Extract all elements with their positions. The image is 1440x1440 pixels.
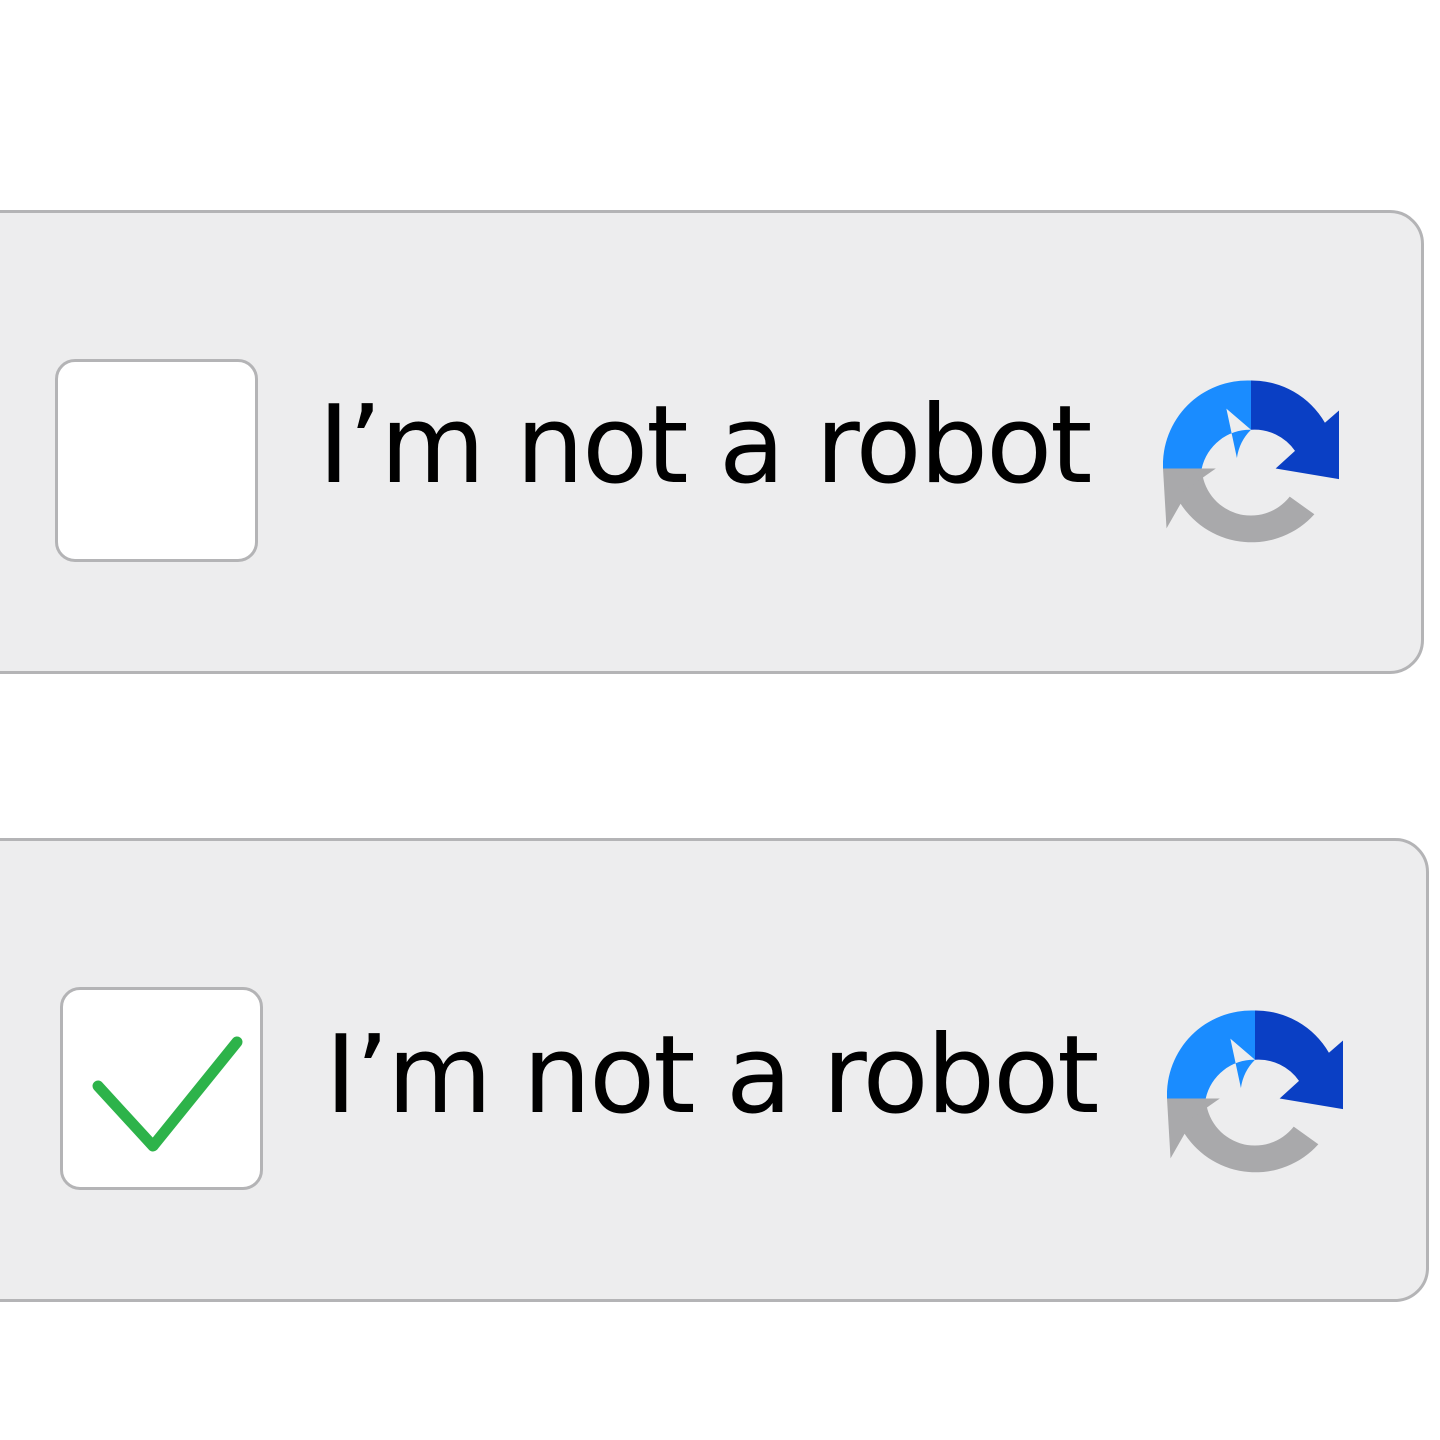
recaptcha-label: I’m not a robot xyxy=(325,1013,1100,1138)
recaptcha-label: I’m not a robot xyxy=(318,383,1093,508)
recaptcha-checkbox-checked[interactable] xyxy=(60,987,263,1190)
recaptcha-checkbox[interactable] xyxy=(55,359,258,562)
checkmark-icon xyxy=(92,1036,243,1152)
recaptcha-widget-unchecked: I’m not a robot xyxy=(0,210,1424,674)
recaptcha-widget-checked: I’m not a robot xyxy=(0,838,1429,1302)
recaptcha-logo-icon xyxy=(1163,380,1339,543)
recaptcha-logo-icon xyxy=(1167,1010,1343,1173)
